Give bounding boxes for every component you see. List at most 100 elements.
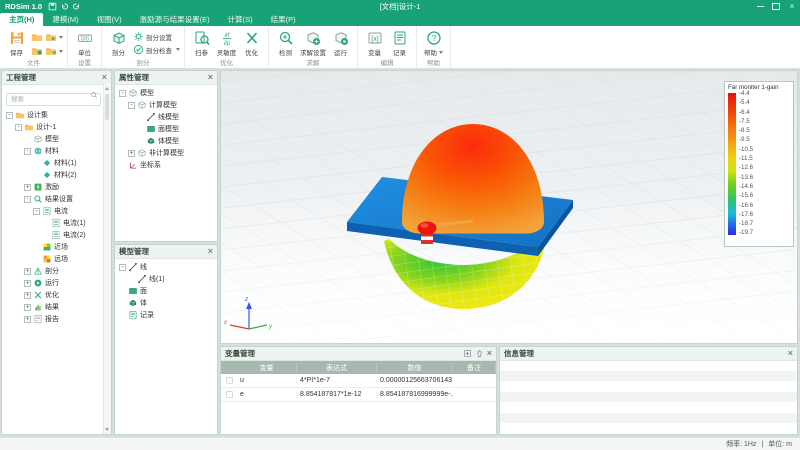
tree-item-label: 体 bbox=[140, 298, 147, 308]
tree-expander[interactable]: + bbox=[128, 150, 135, 157]
tree-item[interactable]: 面 bbox=[115, 285, 217, 297]
tree-item[interactable]: -设计-1 bbox=[2, 121, 111, 133]
tree-expander[interactable]: + bbox=[24, 280, 31, 287]
redo-icon[interactable] bbox=[72, 2, 81, 11]
ribbon-button[interactable]: ?帮助 bbox=[421, 29, 446, 58]
ribbon-button[interactable]: 剖分 bbox=[106, 29, 131, 58]
close-icon[interactable]: × bbox=[208, 247, 213, 256]
tree-item[interactable]: -设计集 bbox=[2, 109, 111, 121]
tree-item[interactable]: -线 bbox=[115, 261, 217, 273]
tree-item[interactable]: 模型 bbox=[2, 133, 111, 145]
menu-tab[interactable]: 建模(M) bbox=[43, 13, 87, 26]
ribbon-button[interactable]: 扫参 bbox=[189, 29, 214, 58]
tree-expander[interactable]: - bbox=[6, 112, 13, 119]
tree-item[interactable]: +报告 bbox=[2, 313, 111, 325]
ribbon-small-button[interactable] bbox=[31, 44, 43, 58]
tree-item[interactable]: 记录 bbox=[115, 309, 217, 321]
quick-save-icon[interactable] bbox=[48, 2, 57, 11]
row-checkbox[interactable] bbox=[221, 376, 237, 385]
table-row[interactable]: u4*PI*1e-70.00000125663706143... bbox=[221, 374, 496, 388]
tree-expander[interactable]: + bbox=[24, 304, 31, 311]
tree-item[interactable]: 材料(2) bbox=[2, 169, 111, 181]
ribbon-small-button[interactable]: 剖分设置 bbox=[133, 30, 180, 43]
tree-expander[interactable]: + bbox=[24, 316, 31, 323]
table-column-header: 表达式 bbox=[297, 363, 377, 373]
tree-item[interactable]: 电流(2) bbox=[2, 229, 111, 241]
tree-item[interactable]: 体 bbox=[115, 297, 217, 309]
close-icon[interactable]: × bbox=[208, 73, 213, 82]
add-variable-icon[interactable] bbox=[463, 349, 472, 358]
tree-item[interactable]: 远场 bbox=[2, 253, 111, 265]
tree-item[interactable]: 材料(1) bbox=[2, 157, 111, 169]
undo-icon[interactable] bbox=[60, 2, 69, 11]
tree-item[interactable]: 线(1) bbox=[115, 273, 217, 285]
tree-item-label: 近场 bbox=[54, 242, 68, 252]
ribbon-button[interactable]: ∂f∂p灵敏度 bbox=[214, 29, 239, 58]
menu-tab[interactable]: 激励源与结果设置(E) bbox=[131, 13, 219, 26]
ribbon-button[interactable]: 优化 bbox=[239, 29, 264, 58]
table-column-header: 备注 bbox=[453, 363, 496, 373]
tree-expander[interactable]: - bbox=[128, 102, 135, 109]
close-icon[interactable]: × bbox=[102, 73, 107, 82]
status-unit: 单位: m bbox=[768, 439, 792, 449]
tree-item[interactable]: -计算模型 bbox=[115, 99, 217, 111]
close-button[interactable]: × bbox=[784, 0, 800, 13]
menu-tab[interactable]: 视图(V) bbox=[88, 13, 131, 26]
tree-item[interactable]: +运行 bbox=[2, 277, 111, 289]
close-icon[interactable]: × bbox=[788, 349, 793, 358]
tree-expander[interactable]: - bbox=[119, 90, 126, 97]
legend-tick-label: -17.6 bbox=[739, 212, 753, 219]
close-icon[interactable]: × bbox=[487, 349, 492, 358]
tree-item[interactable]: -材料 bbox=[2, 145, 111, 157]
menu-tab[interactable]: 计算(S) bbox=[219, 13, 262, 26]
tree-item[interactable]: -模型 bbox=[115, 87, 217, 99]
ribbon-button-label: 剖分检查 bbox=[146, 45, 172, 55]
ribbon-button[interactable]: (m)单位 bbox=[72, 29, 97, 58]
tree-expander[interactable]: - bbox=[119, 264, 126, 271]
ribbon-small-button[interactable] bbox=[45, 30, 63, 44]
tree-item[interactable]: 近场 bbox=[2, 241, 111, 253]
ribbon-button[interactable]: 保存 bbox=[4, 29, 29, 58]
tree-expander[interactable]: + bbox=[24, 268, 31, 275]
report-doc-icon bbox=[33, 314, 43, 324]
ribbon-button[interactable]: 求解设置 bbox=[298, 29, 328, 58]
maximize-button[interactable] bbox=[768, 0, 784, 13]
3d-viewport[interactable]: x y z Far moniter 1-gain -4.4-5.4-6.4-7.… bbox=[220, 70, 798, 344]
table-row[interactable]: e8.854187817*1e-128.854187816999999e-... bbox=[221, 388, 496, 402]
ribbon-small-button[interactable] bbox=[45, 44, 63, 58]
tree-item[interactable]: +非计算模型 bbox=[115, 147, 217, 159]
ribbon-button-label: 剖分设置 bbox=[146, 32, 172, 42]
tree-item[interactable]: +优化 bbox=[2, 289, 111, 301]
minimize-button[interactable] bbox=[752, 0, 768, 13]
ribbon-small-button[interactable] bbox=[31, 30, 43, 44]
project-scrollbar[interactable] bbox=[103, 84, 111, 434]
tree-expander[interactable]: - bbox=[33, 208, 40, 215]
tree-expander[interactable]: - bbox=[24, 148, 31, 155]
tree-item[interactable]: 面模型 bbox=[115, 123, 217, 135]
tree-expander[interactable]: - bbox=[15, 124, 22, 131]
ribbon-small-button[interactable]: 剖分检查 bbox=[133, 43, 180, 56]
tree-item[interactable]: -电流 bbox=[2, 205, 111, 217]
tree-expander[interactable]: + bbox=[24, 292, 31, 299]
row-checkbox[interactable] bbox=[221, 390, 237, 399]
tree-item[interactable]: -结果设置 bbox=[2, 193, 111, 205]
tree-item[interactable]: 线模型 bbox=[115, 111, 217, 123]
tree-expander[interactable]: - bbox=[24, 196, 31, 203]
ribbon-button[interactable]: 检测 bbox=[273, 29, 298, 58]
search-input[interactable] bbox=[6, 93, 101, 106]
delete-variable-icon[interactable] bbox=[475, 349, 484, 358]
ribbon-button[interactable]: [x]变量 bbox=[362, 29, 387, 58]
ribbon-button[interactable]: 运行 bbox=[328, 29, 353, 58]
menu-tab[interactable]: 结果(P) bbox=[262, 13, 305, 26]
coordinate-axes-icon bbox=[128, 160, 138, 170]
ribbon-button[interactable]: 记录 bbox=[387, 29, 412, 58]
tree-item[interactable]: 电流(1) bbox=[2, 217, 111, 229]
tree-item[interactable]: 体模型 bbox=[115, 135, 217, 147]
tree-item[interactable]: +剖分 bbox=[2, 265, 111, 277]
menu-tab[interactable]: 主页(H) bbox=[0, 13, 43, 26]
tree-expander[interactable]: + bbox=[24, 184, 31, 191]
tree-item[interactable]: +结果 bbox=[2, 301, 111, 313]
tree-item[interactable]: 坐标系 bbox=[115, 159, 217, 171]
legend-tick-label: -5.4 bbox=[739, 100, 753, 107]
tree-item[interactable]: +激励 bbox=[2, 181, 111, 193]
